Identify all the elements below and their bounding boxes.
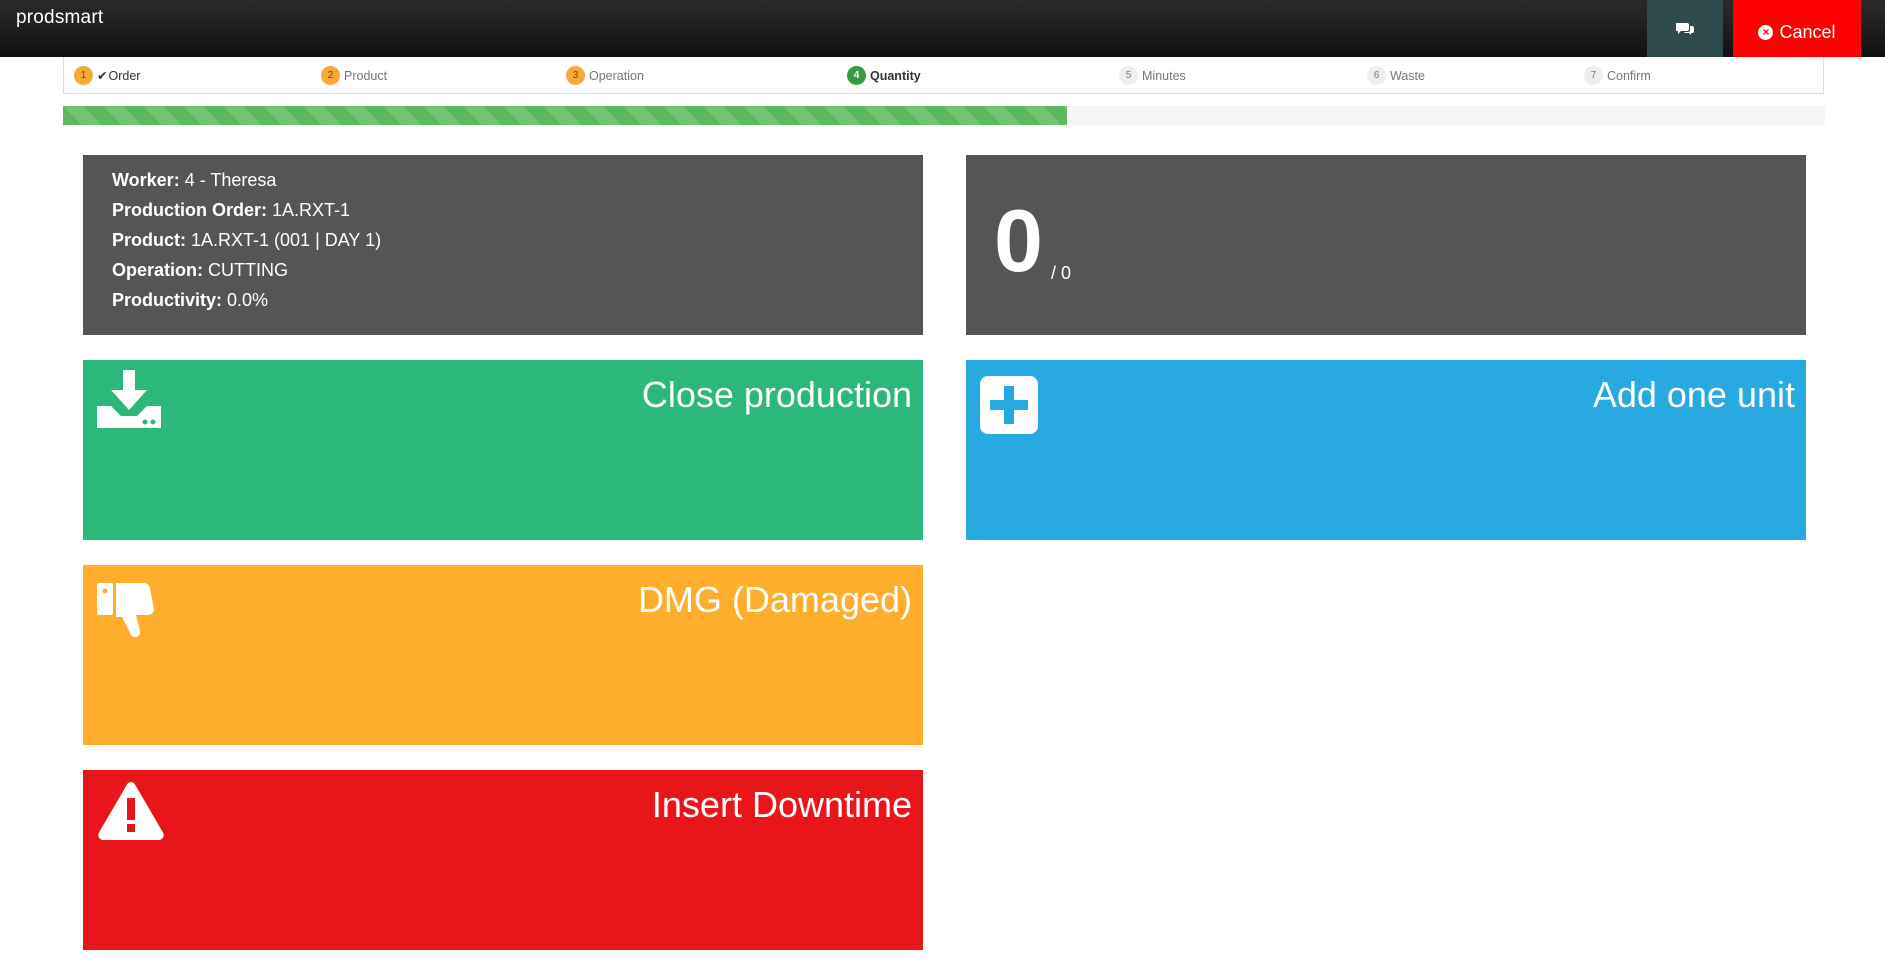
quantity-counter-panel: 0 / 0 xyxy=(966,155,1806,335)
worker-row: Worker: 4 - Theresa xyxy=(112,165,894,195)
warning-icon xyxy=(98,782,164,840)
progress-fill xyxy=(63,106,1068,125)
close-production-button[interactable]: Close production xyxy=(83,360,923,540)
quantity-count: 0 xyxy=(994,191,1043,290)
operation-value: CUTTING xyxy=(208,260,289,280)
quantity-total: / 0 xyxy=(1051,263,1072,283)
plus-square-icon xyxy=(980,376,1038,434)
step-order[interactable]: 1 ✔ Order xyxy=(74,66,140,85)
order-value: 1A.RXT-1 xyxy=(272,200,351,220)
check-icon: ✔ xyxy=(97,69,108,83)
step-number: 5 xyxy=(1119,66,1138,85)
damaged-button[interactable]: DMG (Damaged) xyxy=(83,565,923,745)
step-confirm[interactable]: 7 Confirm xyxy=(1584,66,1651,85)
download-icon xyxy=(97,370,161,428)
order-row: Production Order: 1A.RXT-1 xyxy=(112,195,894,225)
operation-row: Operation: CUTTING xyxy=(112,255,894,285)
insert-downtime-label: Insert Downtime xyxy=(651,784,912,825)
step-number: 4 xyxy=(847,66,866,85)
thumbs-down-icon xyxy=(97,583,154,638)
step-number: 7 xyxy=(1584,66,1603,85)
step-product[interactable]: 2 Product xyxy=(321,66,387,85)
operation-label: Operation: xyxy=(112,260,204,280)
step-label: Quantity xyxy=(870,68,921,83)
close-circle-icon: × xyxy=(1758,25,1774,40)
progress-bar xyxy=(63,106,1825,125)
top-bar: prodsmart × Cancel xyxy=(0,0,1885,57)
step-label: Waste xyxy=(1390,68,1425,83)
step-operation[interactable]: 3 Operation xyxy=(566,66,644,85)
step-number: 3 xyxy=(566,66,585,85)
productivity-label: Productivity: xyxy=(112,290,223,310)
step-label: Minutes xyxy=(1142,68,1186,83)
wizard-steps: 1 ✔ Order 2 Product 3 Operation 4 Quanti… xyxy=(63,57,1824,94)
productivity-value: 0.0% xyxy=(227,290,269,310)
chat-button[interactable] xyxy=(1647,0,1723,57)
worker-label: Worker: xyxy=(112,170,180,190)
product-row: Product: 1A.RXT-1 (001 | DAY 1) xyxy=(112,225,894,255)
product-label: Product: xyxy=(112,230,186,250)
insert-downtime-button[interactable]: Insert Downtime xyxy=(83,770,923,950)
worker-value: 4 - Theresa xyxy=(184,170,277,190)
step-minutes[interactable]: 5 Minutes xyxy=(1119,66,1186,85)
close-production-label: Close production xyxy=(641,374,912,415)
step-number: 2 xyxy=(321,66,340,85)
add-one-unit-label: Add one unit xyxy=(1592,374,1795,415)
cancel-button[interactable]: × Cancel xyxy=(1733,0,1861,57)
step-label: Product xyxy=(344,68,388,83)
step-waste[interactable]: 6 Waste xyxy=(1367,66,1425,85)
product-value: 1A.RXT-1 (001 | DAY 1) xyxy=(191,230,382,250)
job-info-panel: Worker: 4 - Theresa Production Order: 1A… xyxy=(83,155,923,335)
step-quantity[interactable]: 4 Quantity xyxy=(847,66,921,85)
step-label: Operation xyxy=(589,68,644,83)
damaged-label: DMG (Damaged) xyxy=(637,579,912,620)
cancel-label: Cancel xyxy=(1779,22,1836,42)
step-label: Order xyxy=(108,68,141,83)
step-number: 1 xyxy=(74,66,93,85)
step-number: 6 xyxy=(1367,66,1386,85)
brand-logo: prodsmart xyxy=(16,7,104,28)
step-label: Confirm xyxy=(1607,68,1651,83)
order-label: Production Order: xyxy=(112,200,268,220)
productivity-row: Productivity: 0.0% xyxy=(112,285,894,315)
comments-icon xyxy=(1676,22,1694,35)
add-one-unit-button[interactable]: Add one unit xyxy=(966,360,1806,540)
